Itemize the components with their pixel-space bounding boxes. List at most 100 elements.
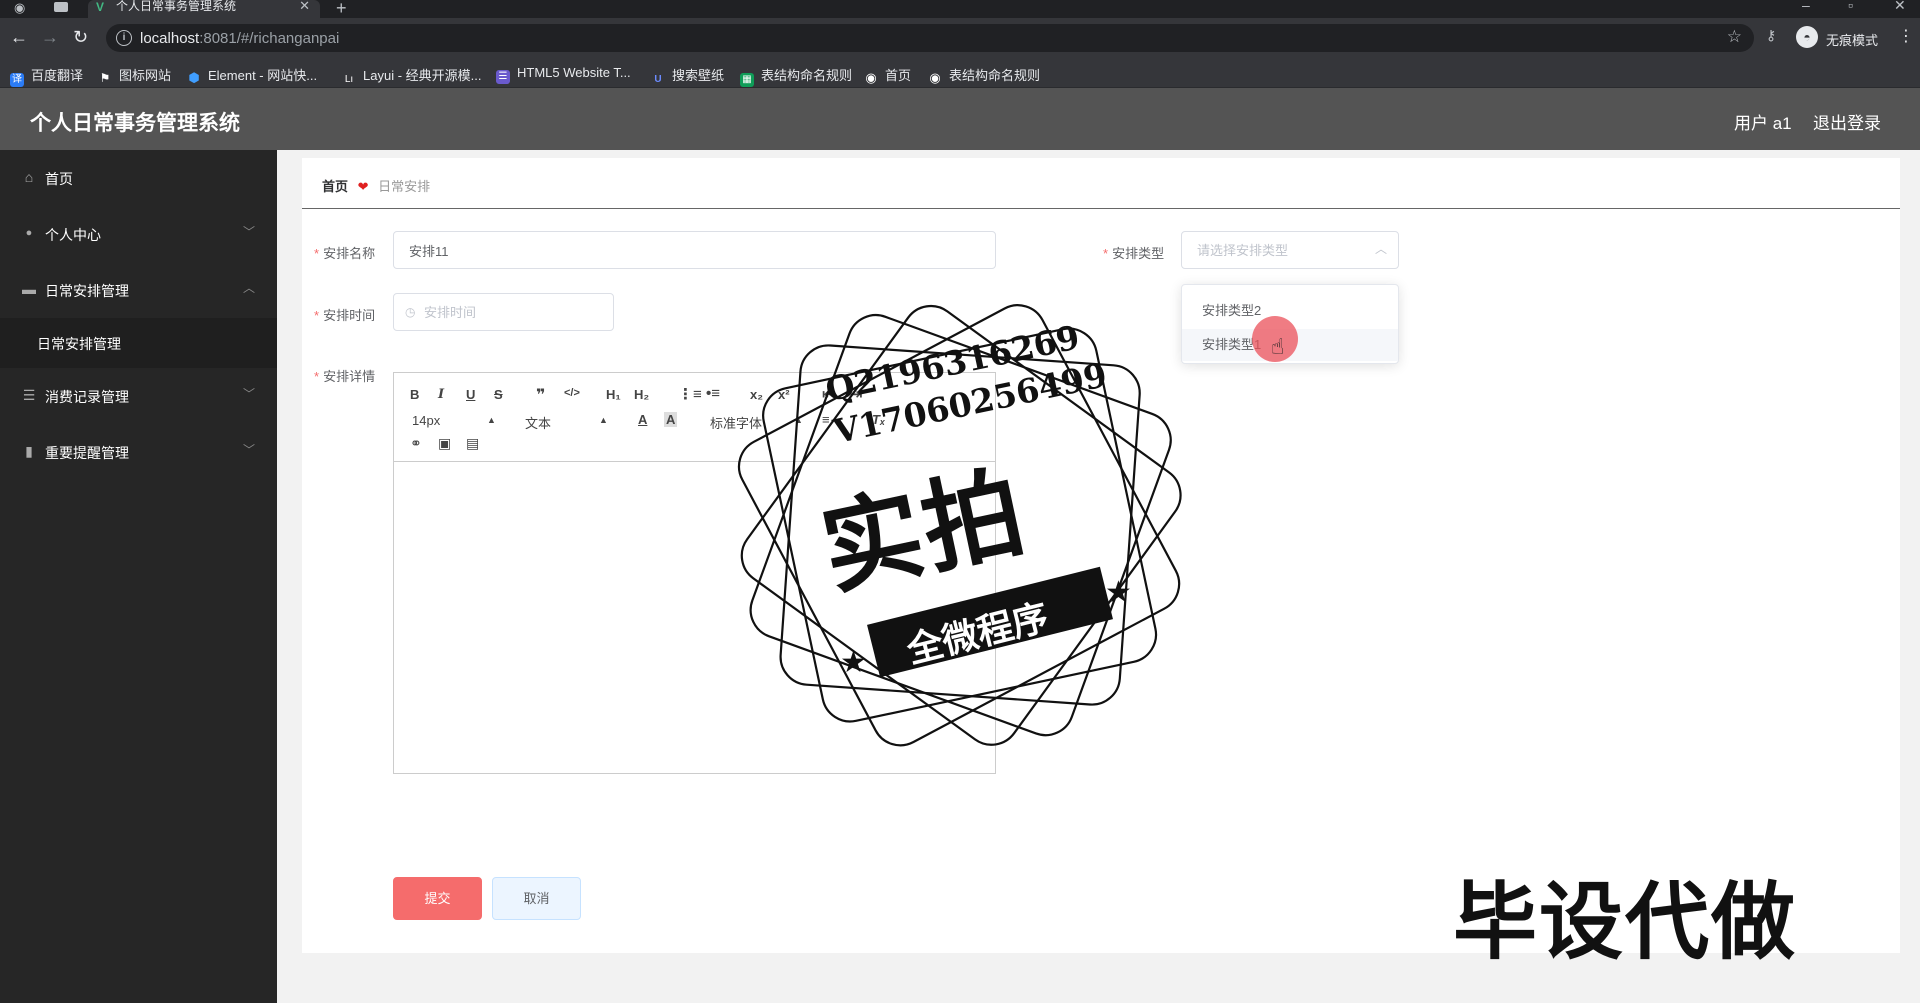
sidebar: ⌂ 首页 ● 个人中心 ﹀ ▬ 日常安排管理 ︿ 日常安排管理 ☰ 消费记录管理… [0, 150, 277, 1003]
password-key-icon[interactable]: ⚷ [1766, 27, 1776, 44]
bookmark-favicon-icon: ▦ [740, 73, 754, 87]
clean-format-icon[interactable]: Tₓ [872, 412, 885, 427]
chevron-down-icon: ﹀ [242, 443, 255, 457]
heart-icon: ❤ [357, 179, 369, 194]
browser-app-icon[interactable]: ◉ [14, 0, 25, 16]
close-tab-icon[interactable]: ✕ [299, 0, 310, 12]
bookmark-item[interactable]: Lı Layui - 经典开源模... [342, 65, 481, 87]
image-icon[interactable]: ▣ [438, 435, 451, 452]
sidebar-item-home[interactable]: ⌂ 首页 [0, 150, 277, 206]
chevron-up-icon: ︿ [242, 281, 255, 295]
watermark-bottom-text: 毕设代做 [1453, 873, 1798, 971]
time-picker-input[interactable] [393, 293, 614, 331]
breadcrumb-divider [302, 208, 1900, 209]
code-block-icon[interactable]: </> [564, 387, 580, 399]
bullet-list-icon[interactable]: •≡ [706, 385, 720, 402]
align-icon[interactable]: ≡ [822, 412, 830, 427]
incognito-label: 无痕模式 [1826, 33, 1879, 48]
browser-tab-active[interactable]: V 个人日常事务管理系统 ✕ [88, 0, 320, 18]
bold-icon[interactable]: B [410, 387, 419, 402]
browser-tab-bar: ◉ V 个人日常事务管理系统 ✕ + – ▫ ✕ [0, 0, 1920, 18]
incognito-icon[interactable]: ◓ [1796, 26, 1818, 48]
bookmark-favicon-icon: ⬢ [187, 70, 201, 85]
tab-title: 个人日常事务管理系统 [116, 0, 237, 13]
reload-icon[interactable]: ↻ [73, 27, 88, 47]
cancel-button[interactable]: 取消 [492, 877, 581, 920]
strike-icon[interactable]: S [494, 387, 503, 402]
pointer-hand-icon: ☝ [1271, 334, 1285, 359]
sidebar-item-schedule-management[interactable]: ▬ 日常安排管理 ︿ [0, 262, 277, 318]
blockquote-icon[interactable]: ❞ [536, 385, 545, 405]
italic-icon[interactable]: I [438, 387, 444, 402]
bookmark-star-icon[interactable]: ☆ [1727, 27, 1742, 47]
type-select[interactable] [1181, 231, 1399, 269]
sidebar-item-personal-center[interactable]: ● 个人中心 ﹀ [0, 206, 277, 262]
font-size-caret-icon: ▲ [487, 415, 496, 425]
sidebar-item-label: 重要提醒管理 [45, 445, 129, 461]
bookmark-favicon-icon: ◉ [864, 70, 878, 85]
sidebar-subitem-label: 日常安排管理 [37, 336, 121, 352]
link-icon[interactable]: ⚭ [410, 435, 422, 452]
bookmark-favicon-icon: ⚑ [98, 71, 112, 85]
breadcrumb-home[interactable]: 首页 [322, 179, 348, 194]
chevron-down-icon: ﹀ [242, 387, 255, 401]
superscript-icon[interactable]: x² [778, 387, 790, 402]
breadcrumb: 首页 ❤ 日常安排 [322, 176, 430, 195]
background-color-icon[interactable]: A [664, 412, 678, 427]
header-select[interactable]: 文本 [525, 413, 551, 432]
logout-link[interactable]: 退出登录 [1813, 109, 1881, 134]
sidebar-item-reminders[interactable]: ▮ 重要提醒管理 ﹀ [0, 424, 277, 480]
underline-icon[interactable]: U [466, 387, 475, 402]
flag-icon: ▬ [22, 281, 36, 297]
tab-search-icon[interactable] [54, 2, 68, 12]
font-family-caret-icon: ▲ [794, 415, 803, 425]
close-window-icon[interactable]: ✕ [1894, 0, 1906, 14]
bookmark-item[interactable]: ⬢ Element - 网站快... [187, 65, 317, 85]
back-icon[interactable]: ← [10, 27, 28, 47]
app-title: 个人日常事务管理系统 [30, 112, 240, 135]
font-size-select[interactable]: 14px [412, 413, 440, 428]
url-bar[interactable]: i localhost:8081/#/richanganpai ☆ [106, 24, 1754, 52]
sidebar-subitem-schedule-management[interactable]: 日常安排管理 [0, 318, 277, 368]
browser-menu-icon[interactable]: ⋮ [1898, 26, 1914, 46]
type-label: * 安排类型 [1103, 246, 1165, 261]
maximize-icon[interactable]: ▫ [1848, 0, 1853, 13]
minimize-icon[interactable]: – [1802, 0, 1810, 13]
home-icon: ⌂ [24, 169, 34, 185]
sidebar-item-label: 个人中心 [45, 227, 101, 243]
sidebar-item-label: 日常安排管理 [45, 283, 129, 299]
browser-address-bar: ← → ↻ i localhost:8081/#/richanganpai ☆ [0, 18, 1920, 58]
new-tab-icon[interactable]: + [336, 0, 347, 19]
name-input[interactable] [393, 231, 996, 269]
outdent-icon[interactable]: ⇤ [822, 385, 835, 403]
bookmark-favicon-icon: Lı [342, 73, 356, 87]
subscript-icon[interactable]: x₂ [750, 387, 763, 402]
current-user-label[interactable]: 用户 a1 [1734, 109, 1792, 134]
header-caret-icon: ▲ [599, 415, 608, 425]
list-icon: ☰ [22, 387, 36, 403]
site-info-icon[interactable]: i [116, 30, 132, 46]
font-family-select[interactable]: 标准字体 [710, 413, 762, 432]
bookmark-item[interactable]: 译百度翻译 [10, 65, 83, 87]
user-icon: ● [25, 227, 33, 239]
name-label: * 安排名称 [314, 246, 376, 261]
bookmark-item[interactable]: ⚑ 图标网站 [98, 65, 171, 85]
app-header: 个人日常事务管理系统 用户 a1 退出登录 [0, 88, 1920, 150]
indent-icon[interactable]: ⇥ [850, 385, 863, 403]
forward-icon[interactable]: → [41, 27, 59, 47]
header-2-icon[interactable]: H₂ [634, 387, 649, 402]
ordered-list-icon[interactable]: ⋮≡ [678, 385, 702, 403]
vue-favicon-icon: V [96, 0, 105, 14]
bookmark-item[interactable]: ◉ 表结构命名规则 [928, 65, 1040, 85]
submit-button[interactable]: 提交 [393, 877, 482, 920]
bookmark-item[interactable]: U 搜索壁纸 [651, 65, 724, 87]
detail-label: * 安排详情 [314, 369, 376, 384]
bookmark-item[interactable]: ☰ HTML5 Website T... [496, 65, 631, 84]
bookmark-favicon-icon: U [651, 73, 665, 87]
header-1-icon[interactable]: H₁ [606, 387, 621, 402]
video-icon[interactable]: ▤ [466, 435, 479, 452]
bookmark-item[interactable]: ▦ 表结构命名规则 [740, 65, 852, 87]
sidebar-item-expense-records[interactable]: ☰ 消费记录管理 ﹀ [0, 368, 277, 424]
bookmark-item[interactable]: ◉ 首页 [864, 65, 911, 85]
text-color-icon[interactable]: A [638, 412, 647, 427]
